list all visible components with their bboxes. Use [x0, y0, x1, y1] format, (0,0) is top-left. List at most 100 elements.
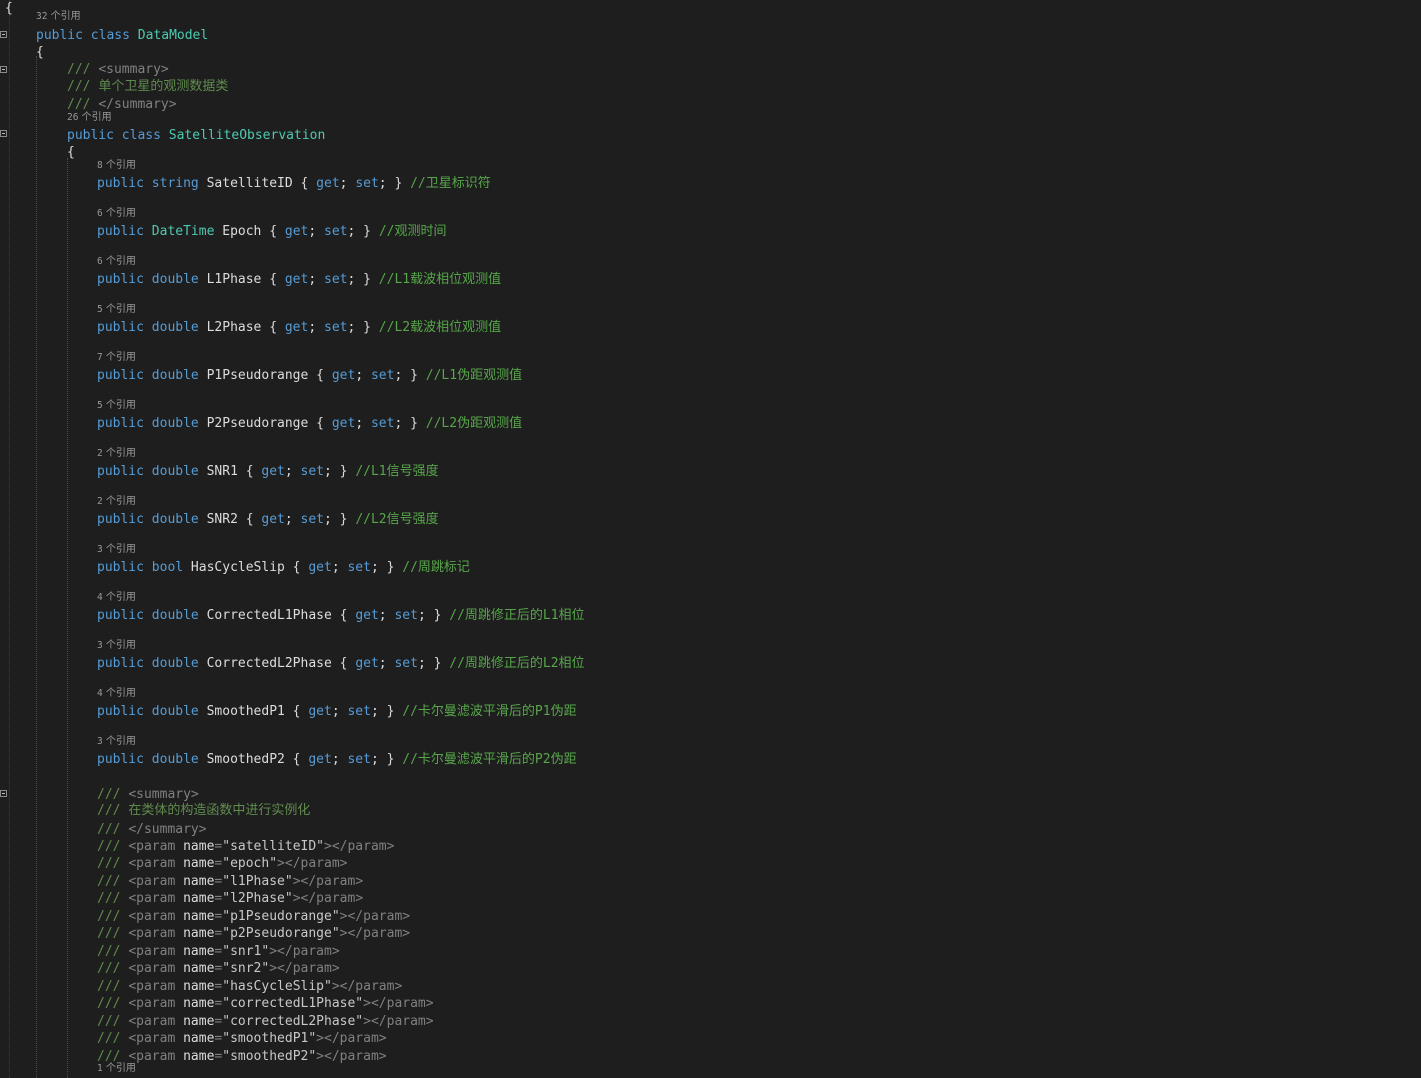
codelens-reference-count[interactable]: 2 个引用	[97, 496, 136, 508]
code-token: set	[324, 320, 348, 335]
code-token: ></param>	[292, 874, 364, 889]
collapse-outline-icon[interactable]	[0, 130, 7, 137]
code-token: "snr2"	[222, 961, 270, 976]
code-token: ///	[97, 803, 129, 818]
code-token: set	[370, 368, 395, 383]
code-token: ; }	[324, 464, 356, 479]
codelens-reference-count[interactable]: 6 个引用	[97, 256, 136, 268]
codelens-reference-count[interactable]: 8 个引用	[97, 160, 136, 172]
code-token: {	[67, 145, 75, 160]
codelens-reference-count[interactable]: 7 个引用	[97, 352, 136, 364]
code-line: public string SatelliteID { get; set; } …	[97, 175, 491, 192]
code-token: "smoothedP1"	[222, 1031, 317, 1046]
code-token: SmoothedP2 {	[198, 752, 309, 767]
code-token: ;	[308, 224, 325, 239]
codelens-label: 个引用	[102, 208, 136, 219]
code-token: {	[36, 45, 44, 60]
codelens-label: 个引用	[47, 11, 81, 22]
codelens-reference-count[interactable]: 32 个引用	[36, 11, 81, 23]
code-token: <param	[128, 944, 184, 959]
code-token: name	[183, 891, 215, 906]
code-token: public	[67, 128, 114, 143]
code-token: get	[261, 512, 285, 527]
code-line: /// </summary>	[67, 96, 177, 113]
code-token: class	[90, 28, 130, 43]
code-line: /// <param name="smoothedP1"></param>	[97, 1030, 387, 1047]
collapse-outline-icon[interactable]	[0, 66, 7, 73]
code-token: set	[324, 272, 348, 287]
codelens-label: 个引用	[102, 592, 136, 603]
code-token: <param	[128, 996, 184, 1011]
code-token: <param	[128, 909, 184, 924]
codelens-label: 个引用	[102, 304, 136, 315]
codelens-reference-count[interactable]: 3 个引用	[97, 736, 136, 748]
code-token: ///	[97, 926, 129, 941]
code-token: public	[97, 416, 144, 431]
codelens-reference-count[interactable]: 3 个引用	[97, 544, 136, 556]
codelens-label: 个引用	[102, 448, 136, 459]
code-token: double	[151, 656, 199, 671]
code-token: ></param>	[316, 1031, 387, 1046]
code-token: set	[355, 176, 379, 191]
code-token: <param	[128, 961, 184, 976]
code-token: public	[97, 512, 144, 527]
code-line: public class SatelliteObservation	[67, 127, 325, 144]
code-line: public double P2Pseudorange { get; set; …	[97, 415, 522, 432]
code-token: ; }	[370, 752, 403, 767]
code-token: SNR2 {	[198, 512, 262, 527]
code-token: "l2Phase"	[222, 891, 293, 906]
code-token: class	[121, 128, 161, 143]
codelens-reference-count[interactable]: 1 个引用	[97, 1063, 136, 1075]
code-token: name	[183, 839, 215, 854]
codelens-reference-count[interactable]: 4 个引用	[97, 592, 136, 604]
collapse-outline-icon[interactable]	[0, 31, 7, 38]
code-token: ///	[97, 1049, 129, 1064]
codelens-label: 个引用	[102, 256, 136, 267]
code-token: set	[300, 512, 325, 527]
collapse-outline-icon[interactable]	[0, 790, 7, 797]
code-token: <summary>	[128, 787, 199, 802]
code-token: name	[183, 961, 215, 976]
code-token: ;	[284, 512, 301, 527]
code-line: {	[5, 0, 13, 17]
code-token: {	[5, 1, 13, 16]
code-token: 在类体的构造函数中进行实例化	[128, 803, 311, 818]
codelens-reference-count[interactable]: 6 个引用	[97, 208, 136, 220]
code-token: ///	[67, 79, 99, 94]
code-token: SNR1 {	[198, 464, 262, 479]
code-line: public double P1Pseudorange { get; set; …	[97, 367, 522, 384]
code-token: CorrectedL2Phase {	[198, 656, 356, 671]
code-token: public	[97, 272, 144, 287]
code-token: set	[394, 608, 418, 623]
code-line: /// <param name="snr2"></param>	[97, 960, 340, 977]
code-line: public DateTime Epoch { get; set; } //观测…	[97, 223, 446, 240]
code-line: {	[67, 144, 75, 161]
code-token: "hasCycleSlip"	[222, 979, 332, 994]
code-token: get	[355, 608, 379, 623]
editor-margin-guide	[9, 0, 10, 1078]
code-token: ></param>	[339, 909, 411, 924]
code-token: L2Phase {	[198, 320, 285, 335]
codelens-reference-count[interactable]: 5 个引用	[97, 400, 136, 412]
codelens-reference-count[interactable]: 3 个引用	[97, 640, 136, 652]
codelens-reference-count[interactable]: 2 个引用	[97, 448, 136, 460]
code-editor[interactable]: {32 个引用 public class DataModel{/// <summa…	[0, 0, 1421, 1078]
code-line: /// <param name="snr1"></param>	[97, 943, 340, 960]
code-line: public double L1Phase { get; set; } //L1…	[97, 271, 501, 288]
code-token: P1Pseudorange {	[198, 368, 332, 383]
codelens-reference-count[interactable]: 5 个引用	[97, 304, 136, 316]
code-token: "snr1"	[222, 944, 270, 959]
code-token: <param	[128, 979, 184, 994]
code-line: public double CorrectedL2Phase { get; se…	[97, 655, 585, 672]
code-token: name	[183, 1031, 215, 1046]
code-token: SatelliteObservation	[168, 128, 326, 143]
codelens-reference-count[interactable]: 26 个引用	[67, 112, 112, 124]
codelens-reference-count[interactable]: 4 个引用	[97, 688, 136, 700]
codelens-label: 个引用	[102, 736, 136, 747]
